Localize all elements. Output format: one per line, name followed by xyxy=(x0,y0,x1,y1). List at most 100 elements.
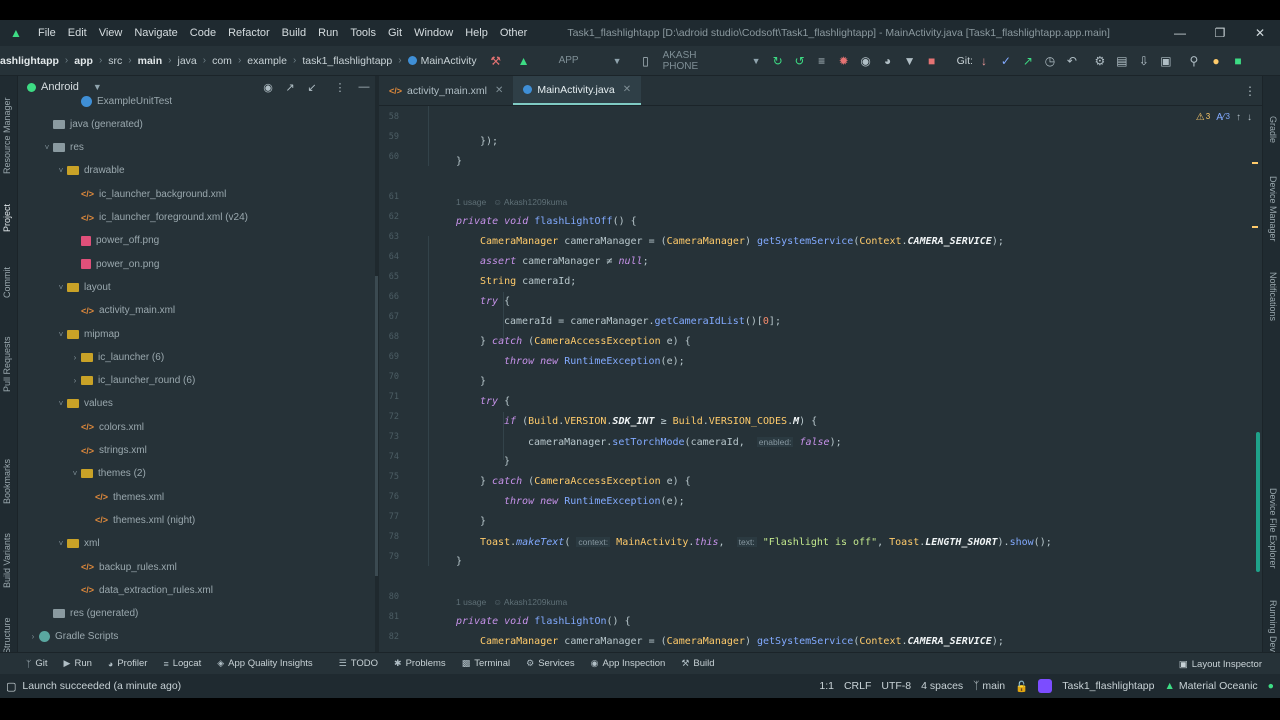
project-name[interactable]: Task1_flashlightapp xyxy=(1062,680,1154,692)
coverage-icon[interactable]: ◉ xyxy=(855,50,877,72)
tool-git[interactable]: ᛉ Git xyxy=(26,658,48,669)
tree-item[interactable]: ˅ values xyxy=(55,393,113,415)
breadcrumb-java[interactable]: java xyxy=(177,55,196,67)
tree-item[interactable]: </> backup_rules.xml xyxy=(69,556,177,578)
menu-edit[interactable]: Edit xyxy=(62,20,93,46)
tool-structure[interactable]: Structure xyxy=(2,617,12,654)
device-select[interactable]: AKASH PHONE ▼ xyxy=(657,50,767,72)
hammer-icon[interactable]: ⚒ xyxy=(485,50,507,72)
code-area[interactable]: 58 59 60 61 62 63 64 65 66 67 68 69 70 7… xyxy=(379,106,1262,668)
device-manager-icon[interactable]: ▤ xyxy=(1111,50,1133,72)
options-icon[interactable]: ⋮ xyxy=(329,81,351,94)
vertical-scrollbar[interactable] xyxy=(1256,432,1260,572)
tree-item[interactable]: </> strings.xml xyxy=(69,440,147,462)
tool-notifications[interactable]: Notifications xyxy=(1268,272,1278,321)
tool-logcat[interactable]: ≡ Logcat xyxy=(163,658,201,669)
updates-icon[interactable]: ● xyxy=(1205,50,1227,72)
menu-git[interactable]: Git xyxy=(382,20,408,46)
tool-app-inspection[interactable]: ◉ App Inspection xyxy=(591,658,666,669)
tool-services[interactable]: ⚙ Services xyxy=(526,658,575,669)
menu-file[interactable]: File xyxy=(32,20,62,46)
menu-run[interactable]: Run xyxy=(312,20,344,46)
tree-item[interactable]: </> themes.xml (night) xyxy=(83,509,195,531)
breadcrumb-main[interactable]: main xyxy=(138,55,163,67)
close-icon[interactable]: ✕ xyxy=(495,85,503,96)
chevron-down-icon[interactable]: ˅ xyxy=(41,143,53,152)
indent-setting[interactable]: 4 spaces xyxy=(921,680,963,692)
run-config-select[interactable]: APP ▼ xyxy=(535,51,627,71)
line-separator[interactable]: CRLF xyxy=(844,680,871,692)
tree-item[interactable]: res (generated) xyxy=(41,603,138,625)
tree-item[interactable]: </> data_extraction_rules.xml xyxy=(69,579,213,601)
menu-build[interactable]: Build xyxy=(276,20,312,46)
breadcrumb-package[interactable]: task1_flashlightapp xyxy=(302,55,392,67)
tree-item[interactable]: ˅ layout xyxy=(55,276,111,298)
hide-icon[interactable]: — xyxy=(353,81,375,93)
chevron-right-icon[interactable]: › xyxy=(27,632,39,641)
close-icon[interactable]: ✕ xyxy=(1240,20,1280,46)
tool-device-file-explorer[interactable]: Device File Explorer xyxy=(1268,488,1278,569)
settings-icon[interactable]: ⚙ xyxy=(1089,50,1111,72)
chevron-right-icon[interactable]: › xyxy=(69,353,81,362)
tree-item[interactable]: › ic_launcher_round (6) xyxy=(69,370,196,392)
restore-icon[interactable]: ❐ xyxy=(1200,20,1240,46)
profile-icon[interactable]: ◕ xyxy=(877,50,899,72)
breadcrumb-project[interactable]: ashlightapp xyxy=(0,55,59,67)
more-tabs-icon[interactable]: ⋮ xyxy=(1244,76,1256,106)
tree-item[interactable]: › ic_launcher (6) xyxy=(69,346,165,368)
breadcrumb-com[interactable]: com xyxy=(212,55,232,67)
chevron-down-icon[interactable]: ˅ xyxy=(55,539,67,548)
tree-item[interactable]: ˅ drawable xyxy=(55,160,125,182)
tool-run[interactable]: ▶ Run xyxy=(64,658,92,669)
menu-other[interactable]: Other xyxy=(494,20,534,46)
apply-changes-icon[interactable]: ↺ xyxy=(789,50,811,72)
tab-activity-main-xml[interactable]: </> activity_main.xml ✕ xyxy=(379,76,513,105)
caret-position[interactable]: 1:1 xyxy=(819,680,834,692)
git-branch[interactable]: ᛉ main xyxy=(973,680,1005,692)
menu-view[interactable]: View xyxy=(93,20,129,46)
scroll-marker[interactable] xyxy=(1252,162,1258,164)
tool-bookmarks[interactable]: Bookmarks xyxy=(2,459,12,504)
tool-profiler[interactable]: ◕ Profiler xyxy=(108,658,148,669)
expand-all-icon[interactable]: ↗ xyxy=(279,81,301,94)
tree-item[interactable]: java (generated) xyxy=(41,113,143,135)
tool-device-manager[interactable]: Device Manager xyxy=(1268,176,1278,242)
tree-item[interactable]: </> activity_main.xml xyxy=(69,300,175,322)
tool-layout-inspector[interactable]: ▣ Layout Inspector xyxy=(1179,653,1262,675)
collapse-all-icon[interactable]: ↙ xyxy=(301,81,323,94)
breadcrumb-mainactivity[interactable]: MainActivity xyxy=(421,55,477,67)
close-icon[interactable]: ✕ xyxy=(623,84,631,95)
tool-app-quality-insights[interactable]: ◈ App Quality Insights xyxy=(217,658,312,669)
tool-gradle[interactable]: Gradle xyxy=(1268,116,1278,143)
tree-item[interactable]: power_on.png xyxy=(69,253,159,275)
rollback-icon[interactable]: ↶ xyxy=(1061,50,1083,72)
tree-item[interactable]: ˅ mipmap xyxy=(55,323,120,345)
debug-icon[interactable]: ✹ xyxy=(833,50,855,72)
menu-tools[interactable]: Tools xyxy=(344,20,382,46)
stop-icon[interactable]: ■ xyxy=(921,50,943,72)
android-studio-icon[interactable]: ■ xyxy=(1227,50,1249,72)
breadcrumb-src[interactable]: src xyxy=(108,55,122,67)
tool-resource-manager[interactable]: Resource Manager xyxy=(2,97,12,174)
chevron-down-icon[interactable]: ˅ xyxy=(55,283,67,292)
theme-name[interactable]: Material Oceanic xyxy=(1179,680,1258,692)
list-icon[interactable]: ≡ xyxy=(811,50,833,72)
chevron-down-icon[interactable]: ˅ xyxy=(55,399,67,408)
menu-refactor[interactable]: Refactor xyxy=(222,20,276,46)
tree-item[interactable]: ˅ xml xyxy=(55,533,100,555)
lock-icon[interactable]: 🔓 xyxy=(1015,680,1028,693)
breadcrumb-example[interactable]: example xyxy=(247,55,287,67)
file-encoding[interactable]: UTF-8 xyxy=(881,680,911,692)
tree-item[interactable]: </> themes.xml xyxy=(83,486,164,508)
locate-icon[interactable]: ◉ xyxy=(257,81,279,94)
scroll-marker[interactable] xyxy=(1252,226,1258,228)
tree-item[interactable]: › Gradle Scripts xyxy=(27,626,118,648)
tool-terminal[interactable]: ▩ Terminal xyxy=(462,658,510,669)
git-update-icon[interactable]: ↓ xyxy=(973,50,995,72)
tree-item[interactable]: ˅ res xyxy=(41,137,84,159)
tool-pull-requests[interactable]: Pull Requests xyxy=(2,336,12,392)
menu-help[interactable]: Help xyxy=(459,20,494,46)
search-icon[interactable]: ⚲ xyxy=(1183,50,1205,72)
tree-item[interactable]: power_off.png xyxy=(69,230,159,252)
tool-build-variants[interactable]: Build Variants xyxy=(2,533,12,588)
